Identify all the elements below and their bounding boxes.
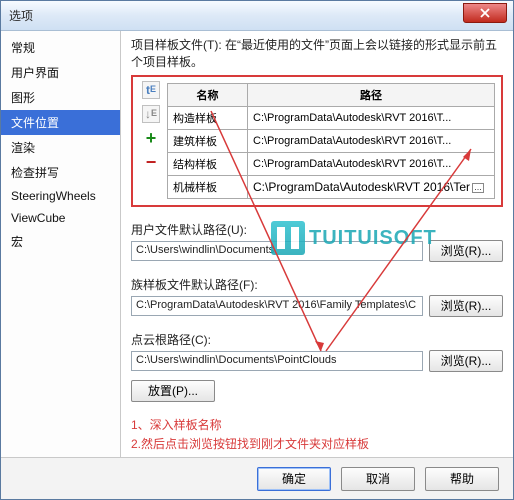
template-table[interactable]: 名称 路径 构造样板 C:\ProgramData\Autodesk\RVT 2… xyxy=(167,83,495,199)
family-path-input[interactable]: C:\ProgramData\Autodesk\RVT 2016\Family … xyxy=(131,296,423,316)
sidebar: 常规 用户界面 图形 文件位置 渲染 检查拼写 SteeringWheels V… xyxy=(1,31,121,457)
close-button[interactable] xyxy=(463,3,507,23)
table-row[interactable]: 机械样板 C:\ProgramData\Autodesk\RVT 2016\Te… xyxy=(168,175,495,198)
add-button[interactable]: + xyxy=(142,129,160,147)
sidebar-item-graphics[interactable]: 图形 xyxy=(1,85,120,110)
template-toolbar: tE ↓E + − xyxy=(141,81,161,171)
sidebar-item-spellcheck[interactable]: 检查拼写 xyxy=(1,160,120,185)
annotation: 1、深入样板名称 2.然后点击浏览按钮找到刚才文件夹对应样板 xyxy=(131,416,503,454)
table-row[interactable]: 构造样板 C:\ProgramData\Autodesk\RVT 2016\T.… xyxy=(168,106,495,129)
cloud-path-label: 点云根路径(C): xyxy=(131,331,503,348)
options-dialog: 选项 常规 用户界面 图形 文件位置 渲染 检查拼写 SteeringWheel… xyxy=(0,0,514,500)
help-button[interactable]: 帮助 xyxy=(425,467,499,491)
footer: 确定 取消 帮助 xyxy=(1,457,513,499)
ok-button[interactable]: 确定 xyxy=(257,467,331,491)
cloud-path-input[interactable]: C:\Users\windlin\Documents\PointClouds xyxy=(131,351,423,371)
template-hint: 项目样板文件(T): 在“最近使用的文件”页面上会以链接的形式显示前五个项目样板… xyxy=(131,37,503,71)
path-expand-icon[interactable]: … xyxy=(472,183,484,193)
content-panel: 项目样板文件(T): 在“最近使用的文件”页面上会以链接的形式显示前五个项目样板… xyxy=(121,31,513,457)
remove-button[interactable]: − xyxy=(142,153,160,171)
col-header-name[interactable]: 名称 xyxy=(168,83,248,106)
close-icon xyxy=(480,8,490,18)
browse-user-path-button[interactable]: 浏览(R)... xyxy=(429,240,503,262)
cell-name[interactable]: 机械样板 xyxy=(168,175,248,198)
sidebar-item-file-locations[interactable]: 文件位置 xyxy=(1,110,120,135)
cell-path[interactable]: C:\ProgramData\Autodesk\RVT 2016\T... xyxy=(248,129,495,152)
window-title: 选项 xyxy=(9,7,33,24)
table-row[interactable]: 结构样板 C:\ProgramData\Autodesk\RVT 2016\T.… xyxy=(168,152,495,175)
col-header-path[interactable]: 路径 xyxy=(248,83,495,106)
sidebar-item-ui[interactable]: 用户界面 xyxy=(1,60,120,85)
user-path-input[interactable]: C:\Users\windlin\Documents xyxy=(131,241,423,261)
cell-path[interactable]: C:\ProgramData\Autodesk\RVT 2016\Ter… xyxy=(248,175,495,198)
sidebar-item-general[interactable]: 常规 xyxy=(1,35,120,60)
sidebar-item-viewcube[interactable]: ViewCube xyxy=(1,207,120,229)
move-up-button[interactable]: tE xyxy=(142,81,160,99)
cell-name[interactable]: 结构样板 xyxy=(168,152,248,175)
family-path-label: 族样板文件默认路径(F): xyxy=(131,276,503,293)
table-row[interactable]: 建筑样板 C:\ProgramData\Autodesk\RVT 2016\T.… xyxy=(168,129,495,152)
browse-family-path-button[interactable]: 浏览(R)... xyxy=(429,295,503,317)
dialog-body: 常规 用户界面 图形 文件位置 渲染 检查拼写 SteeringWheels V… xyxy=(1,31,513,457)
cancel-button[interactable]: 取消 xyxy=(341,467,415,491)
cell-path[interactable]: C:\ProgramData\Autodesk\RVT 2016\T... xyxy=(248,152,495,175)
template-area: tE ↓E + − 名称 路径 构造样板 C:\ xyxy=(131,75,503,207)
browse-cloud-path-button[interactable]: 浏览(R)... xyxy=(429,350,503,372)
cell-name[interactable]: 建筑样板 xyxy=(168,129,248,152)
annotation-line: 1、深入样板名称 xyxy=(131,416,503,435)
sidebar-item-macros[interactable]: 宏 xyxy=(1,229,120,254)
user-path-label: 用户文件默认路径(U): xyxy=(131,221,503,238)
annotation-line: 2.然后点击浏览按钮找到刚才文件夹对应样板 xyxy=(131,435,503,454)
cell-path[interactable]: C:\ProgramData\Autodesk\RVT 2016\T... xyxy=(248,106,495,129)
cell-name[interactable]: 构造样板 xyxy=(168,106,248,129)
sidebar-item-steeringwheels[interactable]: SteeringWheels xyxy=(1,185,120,207)
move-down-button[interactable]: ↓E xyxy=(142,105,160,123)
sidebar-item-rendering[interactable]: 渲染 xyxy=(1,135,120,160)
place-button[interactable]: 放置(P)... xyxy=(131,380,215,402)
titlebar: 选项 xyxy=(1,1,513,31)
